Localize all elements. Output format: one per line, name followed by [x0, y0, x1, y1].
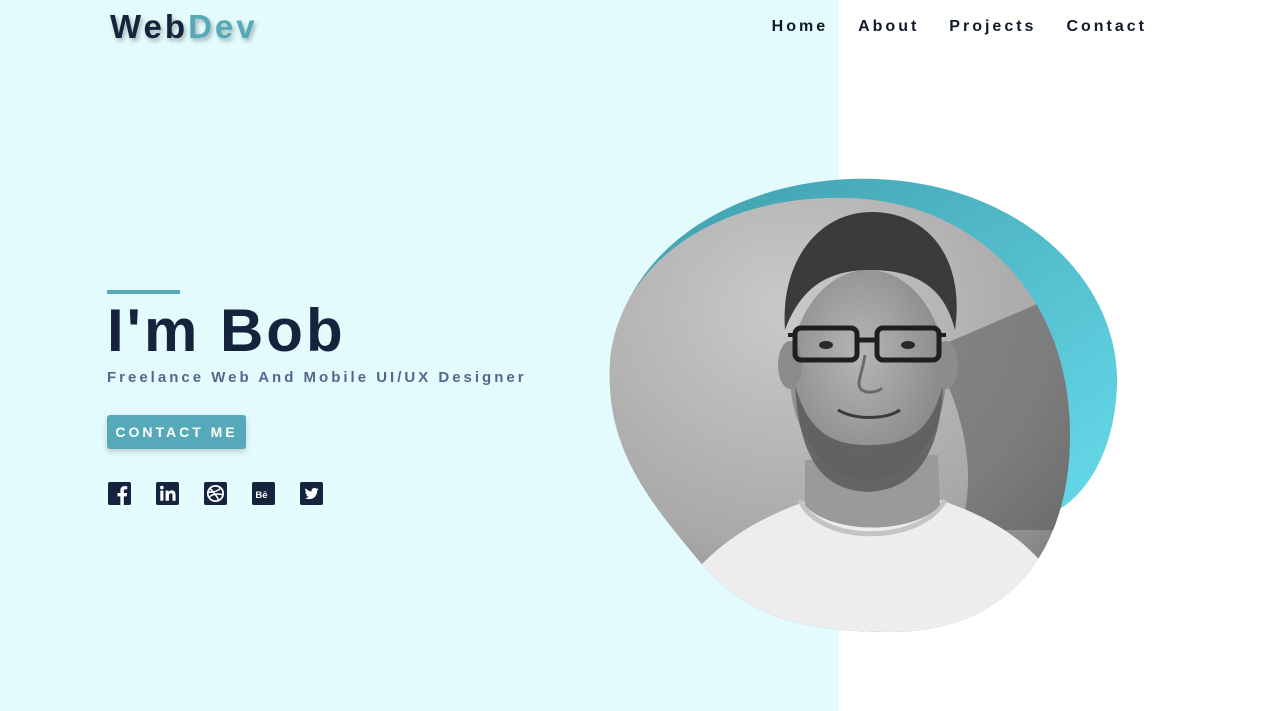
hero-title: I'm Bob [107, 297, 346, 364]
behance-icon[interactable]: Bē [252, 482, 275, 505]
hero-subtitle: Freelance Web And Mobile UI/UX Designer [107, 369, 527, 386]
logo-dev: Dev [188, 8, 258, 45]
nav-about[interactable]: About [858, 18, 919, 36]
logo-web: Web [110, 8, 189, 45]
facebook-icon[interactable] [108, 482, 131, 505]
title-accent-line [107, 290, 180, 294]
nav-contact[interactable]: Contact [1066, 18, 1147, 36]
twitter-icon[interactable] [300, 482, 323, 505]
social-links: Bē [108, 482, 323, 505]
main-nav: Home About Projects Contact [772, 18, 1147, 36]
linkedin-icon[interactable] [156, 482, 179, 505]
svg-text:Bē: Bē [255, 490, 267, 501]
nav-projects[interactable]: Projects [949, 18, 1036, 36]
site-logo[interactable]: WebDev [110, 8, 258, 46]
portrait-graphic [609, 178, 1118, 632]
dribbble-icon[interactable] [204, 482, 227, 505]
contact-me-button[interactable]: CONTACT ME [107, 415, 246, 449]
nav-home[interactable]: Home [772, 18, 828, 36]
